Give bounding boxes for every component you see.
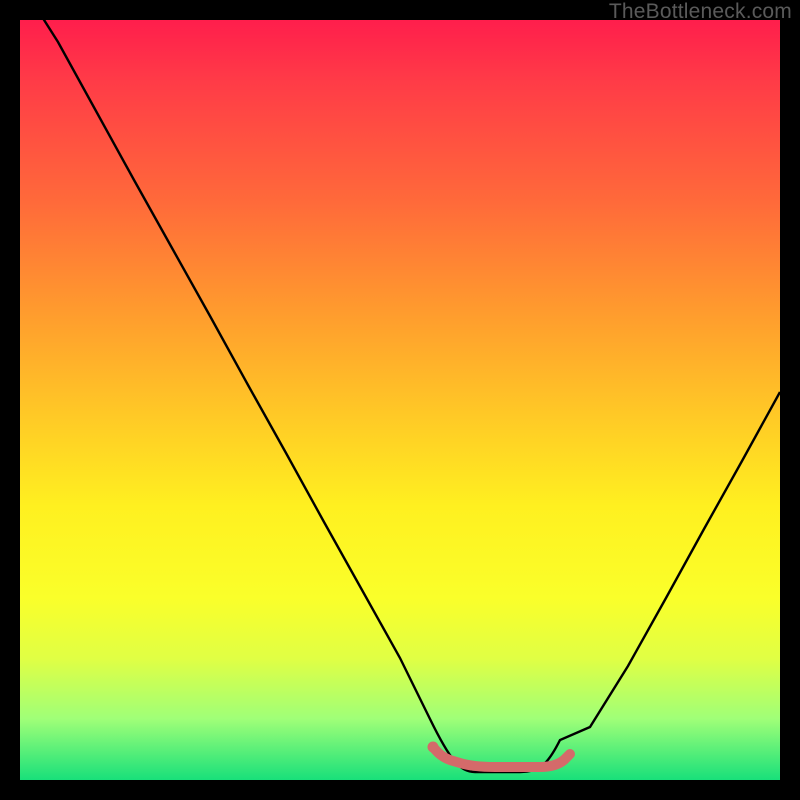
- plot-area: [20, 20, 780, 780]
- chart-frame: TheBottleneck.com: [0, 0, 800, 800]
- curve-path: [20, 20, 780, 772]
- bottleneck-curve: [20, 20, 780, 780]
- watermark-text: TheBottleneck.com: [609, 0, 792, 24]
- sweet-spot-start-dot: [428, 742, 439, 753]
